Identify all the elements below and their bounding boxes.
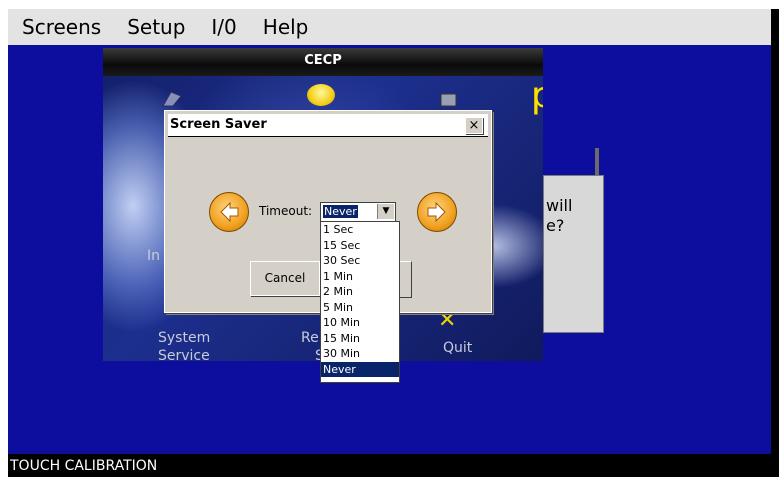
previous-arrow-button[interactable] [209, 192, 249, 232]
chevron-down-icon[interactable]: ▼ [377, 204, 394, 219]
label-re[interactable]: Re [301, 329, 319, 347]
dropdown-option[interactable]: 2 Min [321, 284, 399, 300]
dropdown-option[interactable]: 15 Sec [321, 238, 399, 254]
cancel-button[interactable]: Cancel [250, 261, 320, 296]
dropdown-option[interactable]: 10 Min [321, 315, 399, 331]
dropdown-option[interactable]: 1 Sec [321, 222, 399, 238]
panel-text-line2: e? [546, 216, 565, 235]
sun-icon [307, 84, 335, 106]
timeout-select-value: Never [323, 205, 358, 218]
dialog-title: Screen Saver [170, 117, 267, 132]
system-service-line1[interactable]: System [158, 329, 210, 347]
close-button[interactable]: × [465, 117, 483, 134]
background-panel: will e? [543, 175, 604, 333]
dropdown-option[interactable]: Never [321, 361, 399, 377]
panel-text-line1: will [546, 196, 573, 215]
computer-icon [440, 93, 457, 107]
timeout-select[interactable]: Never ▼ [320, 202, 396, 222]
dropdown-option[interactable]: 5 Min [321, 300, 399, 316]
menu-setup[interactable]: Setup [114, 9, 198, 45]
cecp-title: CECP [103, 48, 543, 76]
menu-io[interactable]: I/0 [198, 9, 249, 45]
brand-text: p [531, 75, 543, 116]
next-arrow-button[interactable] [417, 192, 457, 232]
arrow-right-icon [427, 201, 446, 223]
dropdown-option[interactable]: 15 Min [321, 331, 399, 347]
tools-icon [162, 91, 182, 107]
menu-bar: Screens Setup I/0 Help [8, 9, 771, 45]
menu-screens[interactable]: Screens [8, 9, 114, 45]
dropdown-option[interactable]: 30 Min [321, 346, 399, 362]
system-service-line2[interactable]: Service [158, 347, 210, 361]
status-bar: TOUCH CALIBRATION [8, 454, 779, 477]
quit-label[interactable]: Quit [443, 339, 472, 357]
label-in[interactable]: In [147, 247, 160, 265]
timeout-label: Timeout: [259, 204, 313, 218]
arrow-left-icon [220, 201, 239, 223]
menu-help[interactable]: Help [250, 9, 322, 45]
dialog-titlebar: Screen Saver × [168, 114, 488, 137]
timeout-dropdown-list[interactable]: 1 Sec 15 Sec 30 Sec 1 Min 2 Min 5 Min 10 Min 15… [320, 221, 400, 383]
dropdown-option[interactable]: 1 Min [321, 269, 399, 285]
dropdown-option[interactable]: 30 Sec [321, 253, 399, 269]
